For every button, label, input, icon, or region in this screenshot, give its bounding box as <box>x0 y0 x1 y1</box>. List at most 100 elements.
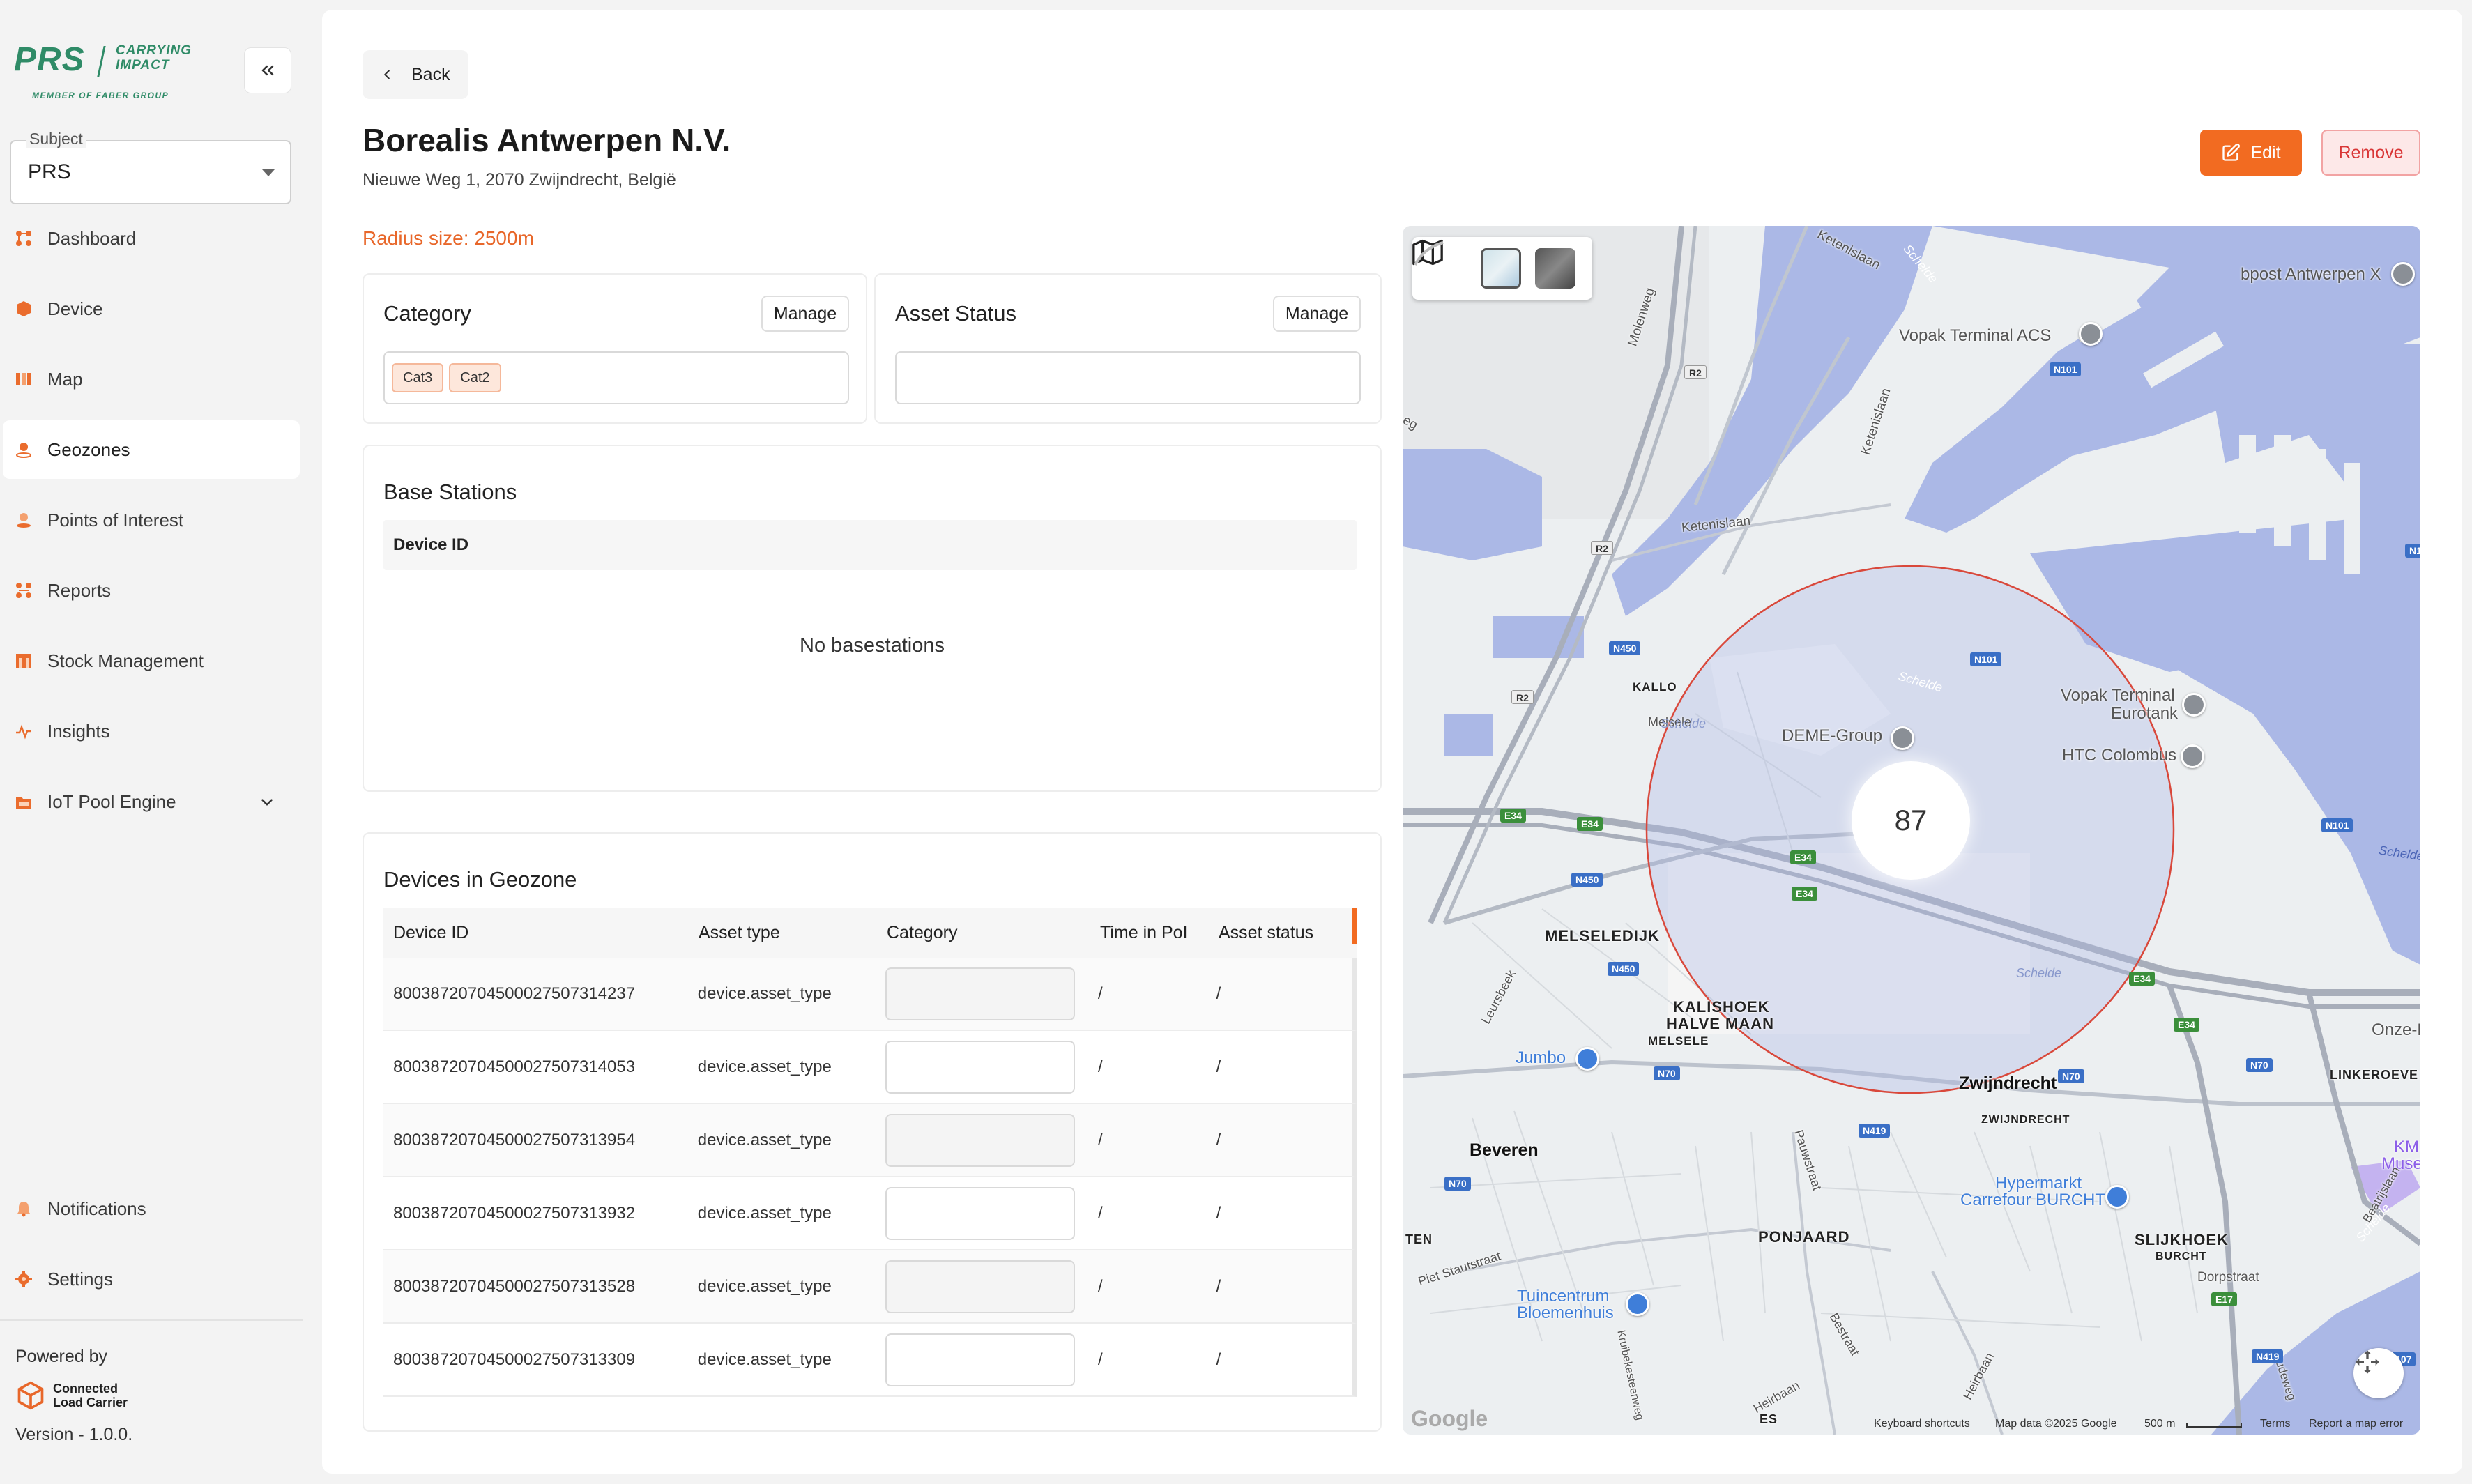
logo-tagline: CARRYING IMPACT <box>116 43 192 72</box>
map-place-label: MELSELE <box>1648 1034 1709 1048</box>
map-poi-label: HTC Colombus <box>2062 746 2177 765</box>
column-header-asset-type[interactable]: Asset type <box>697 923 887 943</box>
table-header: Device ID Asset type Category Time in Po… <box>383 908 1357 958</box>
back-button[interactable]: Back <box>363 50 468 99</box>
device-id-cell[interactable]: 80038720704500027507314053 <box>383 1057 696 1077</box>
poi-marker[interactable] <box>2181 744 2204 768</box>
poi-marker[interactable] <box>2105 1185 2129 1209</box>
device-id-cell[interactable]: 80038720704500027507313528 <box>383 1277 696 1296</box>
nav-item-settings[interactable]: Settings <box>3 1250 300 1308</box>
nav-label: Reports <box>47 579 112 601</box>
asset-status-field[interactable] <box>895 351 1361 404</box>
poi-marker[interactable] <box>2079 322 2103 346</box>
category-input[interactable] <box>885 1333 1075 1386</box>
category-tags-field[interactable]: Cat3 Cat2 <box>383 351 849 404</box>
map-poi-label: Jumbo <box>1516 1048 1566 1067</box>
nav-item-notifications[interactable]: Notifications <box>3 1179 300 1238</box>
nav-item-insights[interactable]: Insights <box>3 702 300 760</box>
nav-item-reports[interactable]: Reports <box>3 561 300 620</box>
nav-label: Settings <box>47 1268 113 1290</box>
report-map-error-link[interactable]: Report a map error <box>2309 1418 2403 1430</box>
category-input[interactable] <box>885 967 1075 1020</box>
category-manage-button[interactable]: Manage <box>761 296 849 332</box>
table-row[interactable]: 80038720704500027507313528 device.asset_t… <box>383 1250 1357 1324</box>
asset-type-cell: device.asset_type <box>697 1130 832 1149</box>
nav-item-iot-pool-engine[interactable]: IoT Pool Engine <box>3 772 300 831</box>
asset-type-cell: device.asset_type <box>697 1057 832 1076</box>
device-id-cell[interactable]: 80038720704500027507313954 <box>383 1131 696 1150</box>
subject-value: PRS <box>28 160 71 183</box>
nav-item-stock-management[interactable]: Stock Management <box>3 632 300 690</box>
road-badge: E17 <box>2211 1292 2237 1306</box>
nav-item-map[interactable]: Map <box>3 350 300 408</box>
table-row[interactable]: 80038720704500027507313309 device.asset_t… <box>383 1324 1357 1397</box>
edit-button[interactable]: Edit <box>2200 130 2302 176</box>
column-header-device-id[interactable]: Device ID <box>393 535 468 555</box>
category-cell <box>885 1260 1094 1313</box>
subject-select[interactable]: PRS <box>10 140 291 204</box>
device-id-prefix: 8003872070450002750731395 <box>393 1130 626 1149</box>
road-badge: N70 <box>2058 1069 2084 1083</box>
device-id-cell[interactable]: 80038720704500027507314237 <box>383 984 696 1004</box>
device-id-cell[interactable]: 80038720704500027507313309 <box>383 1350 696 1370</box>
column-header-asset-status[interactable]: Asset status <box>1216 923 1355 943</box>
poi-marker[interactable] <box>1626 1292 1649 1316</box>
collapse-sidebar-button[interactable] <box>244 47 291 93</box>
nav-label: Map <box>47 368 83 390</box>
poi-marker[interactable] <box>1575 1047 1599 1071</box>
geozone-map[interactable]: 87 Ketenislaan Ketenislaan Ketenislaan M… <box>1403 226 2420 1435</box>
scrollbar-thumb[interactable] <box>1352 908 1357 944</box>
table-row[interactable]: 80038720704500027507314053 device.asset_t… <box>383 1031 1357 1104</box>
prs-logo: PRS CARRYING IMPACT MEMBER OF FABER GROU… <box>14 40 209 103</box>
base-stations-table-header: Device ID <box>383 520 1357 570</box>
asset-status-manage-button[interactable]: Manage <box>1273 296 1361 332</box>
map-data-label: Map data ©2025 Google <box>1995 1418 2117 1430</box>
category-cell <box>885 1113 1094 1167</box>
device-cluster-marker[interactable]: 87 <box>1852 761 1970 880</box>
column-header-time-in-poi[interactable]: Time in PoI <box>1096 923 1216 943</box>
powered-by-label: Powered by <box>15 1347 108 1366</box>
keyboard-shortcuts-link[interactable]: Keyboard shortcuts <box>1874 1418 1970 1430</box>
column-header-device-id[interactable]: Device ID <box>383 923 697 943</box>
nav-item-device[interactable]: Device <box>3 280 300 338</box>
poi-marker[interactable] <box>1891 726 1914 750</box>
main-panel: Back Borealis Antwerpen N.V. Nieuwe Weg … <box>322 10 2462 1474</box>
device-id-suffix: 7 <box>625 984 636 1003</box>
devices-card: Devices in Geozone Device ID Asset type … <box>363 832 1382 1432</box>
device-id-suffix: 4 <box>625 1130 636 1149</box>
clc-line2: Load Carrier <box>53 1395 128 1409</box>
poi-marker[interactable] <box>2391 262 2415 286</box>
map-type-selector <box>1412 237 1592 300</box>
category-input[interactable] <box>885 1113 1075 1167</box>
nav-item-geozones[interactable]: Geozones <box>3 420 300 479</box>
map-poi-label: Bloemenhuis <box>1517 1303 1614 1322</box>
map-town-label: Zwijndrecht <box>1959 1073 2057 1093</box>
device-id-cell[interactable]: 80038720704500027507313932 <box>383 1204 696 1223</box>
empty-state: No basestations <box>800 634 945 657</box>
poi-marker[interactable] <box>2182 693 2206 717</box>
table-row[interactable]: 80038720704500027507314237 device.asset_t… <box>383 958 1357 1031</box>
category-input[interactable] <box>885 1186 1075 1240</box>
nav-item-dashboard[interactable]: Dashboard <box>3 209 300 268</box>
nav-item-points-of-interest[interactable]: Points of Interest <box>3 491 300 549</box>
terms-link[interactable]: Terms <box>2260 1418 2291 1430</box>
road-badge: N450 <box>1609 641 1641 655</box>
table-row[interactable]: 80038720704500027507313932 device.asset_t… <box>383 1177 1357 1250</box>
category-cell <box>885 1186 1094 1240</box>
category-tag[interactable]: Cat2 <box>449 363 501 392</box>
asset-status-card: Asset Status Manage <box>874 273 1382 424</box>
map-type-light-button[interactable] <box>1414 241 1521 289</box>
map-type-dark-button[interactable] <box>1414 241 1575 289</box>
caret-down-icon <box>262 169 275 176</box>
chevron-down-icon[interactable] <box>258 793 276 816</box>
clc-line1: Connected <box>53 1382 119 1395</box>
fullscreen-button[interactable] <box>2353 1348 2404 1398</box>
column-header-category[interactable]: Category <box>887 923 1096 943</box>
category-input[interactable] <box>885 1040 1075 1094</box>
remove-button[interactable]: Remove <box>2321 130 2420 176</box>
nav-label: Device <box>47 298 103 319</box>
base-stations-card: Base Stations Device ID No basestations <box>363 445 1382 792</box>
table-row[interactable]: 80038720704500027507313954 device.asset_t… <box>383 1104 1357 1177</box>
category-input[interactable] <box>885 1260 1075 1313</box>
category-tag[interactable]: Cat3 <box>392 363 444 392</box>
